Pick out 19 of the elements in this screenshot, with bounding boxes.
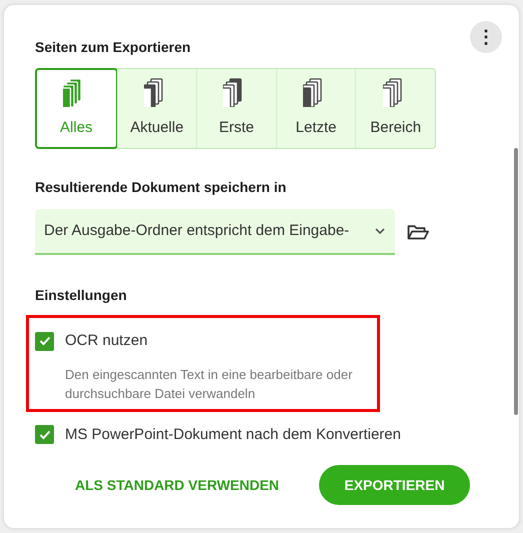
check-icon — [38, 336, 50, 346]
menu-button[interactable]: ⋮ — [470, 21, 502, 53]
option-description: Den eingescannten Text in eine bearbeitbare oder durchsuchbare Datei verwandeln — [65, 366, 354, 402]
folder-icon[interactable] — [407, 224, 429, 240]
section-title: Resultierende Dokument speichern in — [35, 178, 286, 197]
check-icon — [38, 430, 50, 440]
chevron-down-icon — [374, 226, 386, 236]
checkbox-label: OCR nutzen — [65, 331, 148, 351]
scrollbar[interactable] — [514, 148, 518, 415]
export-option-tab[interactable]: Erste — [196, 69, 276, 148]
section-title: Seiten zum Exportieren — [35, 38, 191, 57]
export-option-tab[interactable]: Aktuelle — [116, 69, 196, 148]
section-title: Einstellungen — [35, 286, 127, 305]
folder-dropdown[interactable]: Der Ausgabe-Ordner entspricht dem Eingabe- — [35, 209, 395, 255]
checkbox[interactable] — [35, 425, 54, 444]
checkbox[interactable] — [35, 332, 54, 351]
export-option-tab[interactable]: Bereich — [355, 69, 435, 148]
checkbox-label: MS PowerPoint-Dokument nach dem Konvertieren — [65, 424, 401, 444]
export-option-tab[interactable]: Letzte — [276, 69, 356, 148]
